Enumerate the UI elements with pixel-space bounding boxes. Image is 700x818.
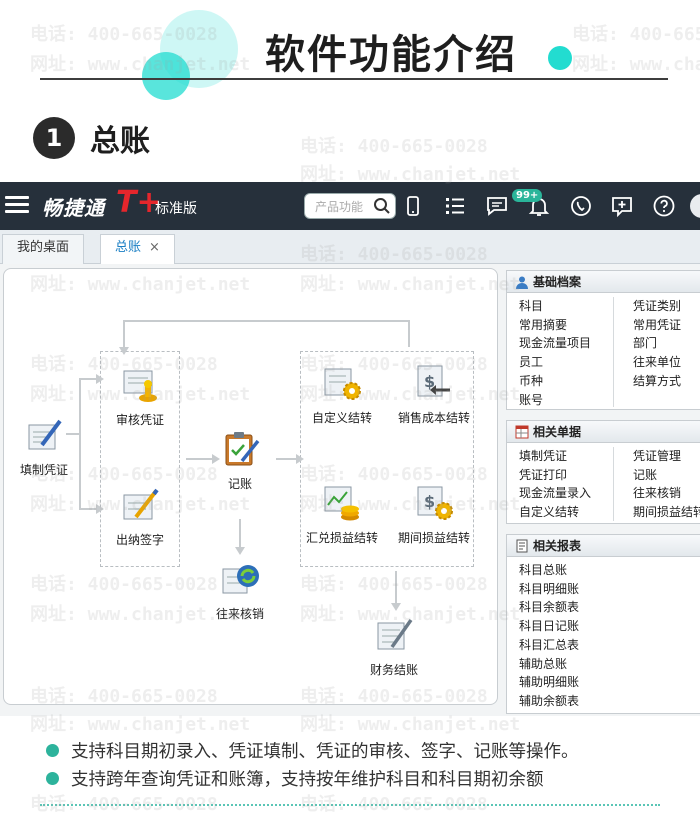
flow-node-enter-voucher[interactable]: 填制凭证: [4, 415, 84, 477]
feature-bullet: 支持科目期初录入、凭证填制、凭证的审核、签字、记账等操作。: [46, 738, 579, 763]
related-reports-list: 科目总账 科目明细账 科目余额表 科目日记账 科目汇总表 辅助总账 辅助明细账 …: [519, 561, 579, 711]
user-avatar[interactable]: [690, 194, 700, 218]
watermark-phone: 电话: 400-665-0028: [300, 794, 488, 815]
sign-pen-icon: [123, 488, 159, 520]
tab-my-desktop[interactable]: 我的桌面: [2, 234, 85, 264]
flow-node-audit-voucher[interactable]: 审核凭证: [100, 365, 180, 427]
message-icon[interactable]: [485, 194, 509, 218]
flow-node-fx-gain-transfer[interactable]: 汇兑损益结转: [302, 483, 382, 545]
brand-name: 畅捷通: [42, 196, 105, 220]
voucher-pen-icon: [28, 419, 62, 450]
table-icon: [515, 425, 529, 439]
link-partner[interactable]: 往来单位: [633, 353, 681, 372]
link-subject[interactable]: 科目: [519, 297, 591, 316]
panel-title: 相关报表: [533, 539, 582, 553]
user-icon: [516, 276, 528, 289]
menu-icon[interactable]: [5, 196, 29, 214]
task-list-icon[interactable]: [443, 194, 467, 218]
tab-bar: 我的桌面 总账 ×: [0, 230, 700, 264]
link-cashflow-item[interactable]: 现金流量项目: [519, 334, 591, 353]
watermark-phone: 电话: 400-665-0028: [572, 24, 700, 45]
panel-related-reports: 相关报表 科目总账 科目明细账 科目余额表 科目日记账 科目汇总表 辅助总账 辅…: [506, 534, 700, 714]
section-number: 1: [33, 117, 75, 159]
link-subject-balance[interactable]: 科目余额表: [519, 598, 579, 617]
flow-node-custom-transfer[interactable]: 自定义结转: [302, 363, 382, 425]
page-title: 软件功能介绍: [265, 32, 517, 78]
chart-coins-icon: [324, 486, 359, 521]
feature-bullet: 支持跨年查询凭证和账簿，支持按年维护科目和科目期初余额: [46, 766, 544, 791]
panel-related-docs: 相关单据 填制凭证 凭证打印 现金流量录入 自定义结转 凭证管理 记账 往来核销…: [506, 420, 700, 524]
link-subject-journal[interactable]: 科目日记账: [519, 617, 579, 636]
flow-node-period-gain-transfer[interactable]: $ 期间损益结转: [394, 483, 474, 545]
bullet-dot: [46, 744, 59, 757]
phone-service-icon[interactable]: [569, 194, 593, 218]
watermark-phone: 电话: 400-665-0028: [300, 136, 488, 157]
flow-node-bookkeeping[interactable]: 记账: [200, 429, 280, 491]
link-common-voucher[interactable]: 常用凭证: [633, 316, 681, 335]
link-account[interactable]: 账号: [519, 391, 591, 410]
feedback-icon[interactable]: [610, 194, 634, 218]
decor-circle-small: [548, 46, 572, 70]
link-department[interactable]: 部门: [633, 334, 681, 353]
section-title: 总账: [90, 124, 150, 159]
title-divider: [40, 78, 668, 80]
bottom-divider: [40, 804, 660, 806]
svg-text:$: $: [424, 492, 435, 511]
report-icon: [516, 539, 528, 553]
dollar-document-icon: $: [417, 365, 450, 397]
help-icon[interactable]: [652, 194, 676, 218]
link-enter-voucher[interactable]: 填制凭证: [519, 447, 591, 466]
link-employee[interactable]: 员工: [519, 353, 591, 372]
link-aux-detail[interactable]: 辅助明细账: [519, 673, 579, 692]
decor-circle-medium: [142, 52, 190, 100]
app-toolbar: 畅捷通 T+ 标准版 产品功能 99+: [0, 182, 700, 230]
flow-node-cashier-sign[interactable]: 出纳签字: [100, 485, 180, 547]
panel-title: 基础档案: [533, 275, 582, 289]
link-subject-summary[interactable]: 科目汇总表: [519, 636, 579, 655]
link-aux-ledger[interactable]: 辅助总账: [519, 655, 579, 674]
link-aux-balance[interactable]: 辅助余额表: [519, 692, 579, 711]
panel-basic-archives: 基础档案 科目 常用摘要 现金流量项目 员工 币种 账号 凭证类别 常用凭证 部…: [506, 270, 700, 410]
watermark-phone: 电话: 400-665-0028: [30, 794, 218, 815]
audit-stamp-icon: [123, 370, 157, 402]
link-settlement-method[interactable]: 结算方式: [633, 372, 681, 391]
dollar-gear-icon: $: [417, 486, 453, 520]
related-docs-left-list: 填制凭证 凭证打印 现金流量录入 自定义结转: [519, 447, 591, 522]
flow-node-financial-close[interactable]: 财务结账: [354, 615, 434, 677]
link-voucher-management[interactable]: 凭证管理: [633, 447, 700, 466]
reconcile-cycle-icon: [222, 565, 259, 594]
panel-title: 相关单据: [533, 425, 582, 439]
notification-badge: 99+: [512, 189, 543, 202]
link-common-summary[interactable]: 常用摘要: [519, 316, 591, 335]
link-cashflow-entry[interactable]: 现金流量录入: [519, 484, 591, 503]
gear-document-icon: [324, 368, 361, 400]
link-print-voucher[interactable]: 凭证打印: [519, 466, 591, 485]
basic-archives-left-list: 科目 常用摘要 现金流量项目 员工 币种 账号: [519, 297, 591, 409]
link-currency[interactable]: 币种: [519, 372, 591, 391]
link-subject-ledger[interactable]: 科目总账: [519, 561, 579, 580]
link-custom-transfer[interactable]: 自定义结转: [519, 503, 591, 522]
clipboard-check-icon: [225, 432, 260, 466]
basic-archives-right-list: 凭证类别 常用凭证 部门 往来单位 结算方式: [633, 297, 681, 391]
ledger-flow-panel: 填制凭证 审核凭证 出纳签字 记账 往来核销 自定义结转 $ 销售成本结转 汇兑…: [3, 268, 498, 705]
bullet-dot: [46, 772, 59, 785]
mobile-icon[interactable]: [401, 194, 425, 218]
tab-general-ledger[interactable]: 总账 ×: [100, 234, 175, 264]
related-docs-right-list: 凭证管理 记账 往来核销 期间损益结转: [633, 447, 700, 522]
search-placeholder: 产品功能: [315, 200, 364, 214]
watermark-site: 网址: www.chanjet.net: [572, 54, 700, 75]
edition-label: 标准版: [155, 201, 197, 217]
flow-node-sales-cost-transfer[interactable]: $ 销售成本结转: [394, 363, 474, 425]
link-subject-detail[interactable]: 科目明细账: [519, 580, 579, 599]
link-voucher-type[interactable]: 凭证类别: [633, 297, 681, 316]
close-checklist-icon: [377, 618, 413, 650]
search-icon[interactable]: [373, 197, 391, 215]
link-bookkeeping[interactable]: 记账: [633, 466, 700, 485]
flow-node-reconcile[interactable]: 往来核销: [200, 559, 280, 621]
link-reconcile[interactable]: 往来核销: [633, 484, 700, 503]
close-tab-icon[interactable]: ×: [149, 240, 160, 255]
search-box[interactable]: 产品功能: [304, 193, 396, 219]
link-period-gain-transfer[interactable]: 期间损益结转: [633, 503, 700, 522]
